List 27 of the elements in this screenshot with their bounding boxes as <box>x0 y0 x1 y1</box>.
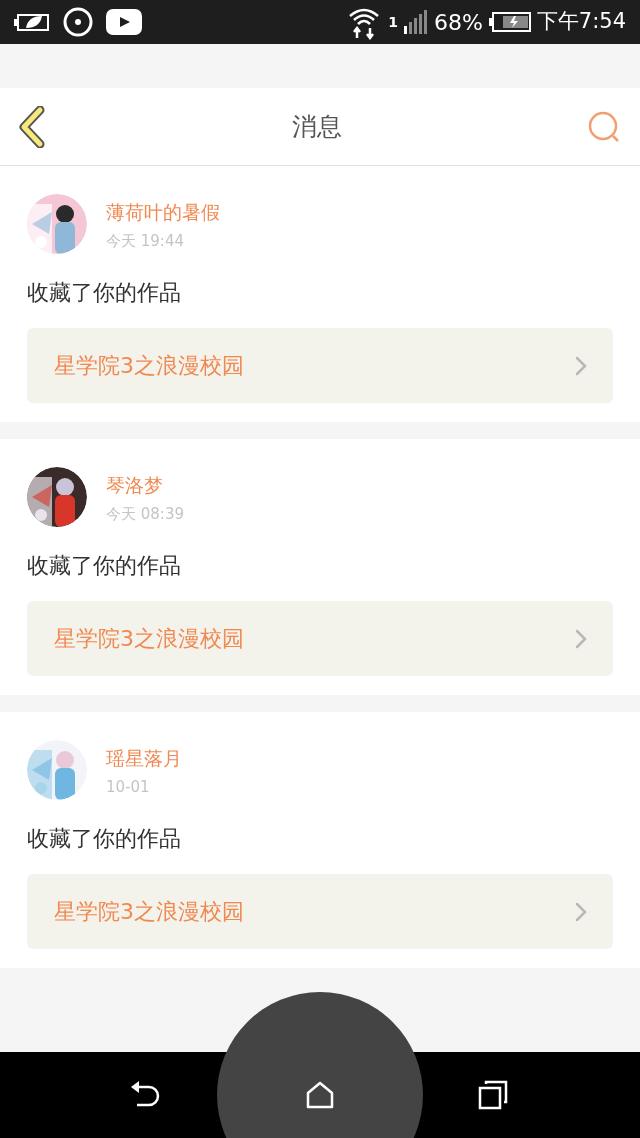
work-link[interactable]: 星学院3之浪漫校园 <box>27 874 613 949</box>
message-time: 今天 08:39 <box>106 505 184 523</box>
battery-percent: 68% <box>433 8 483 37</box>
chevron-right-icon <box>575 628 587 649</box>
user-name[interactable]: 瑶星落月 <box>106 746 182 770</box>
back-icon <box>18 105 46 148</box>
user-name[interactable]: 薄荷叶的暑假 <box>106 200 220 224</box>
recent-apps-icon <box>477 1080 508 1110</box>
clock: 下午7:54 <box>536 8 626 36</box>
message-text: 收藏了你的作品 <box>27 279 182 307</box>
message-time: 今天 19:44 <box>106 232 185 250</box>
battery-charging-icon <box>488 12 531 32</box>
search-icon <box>587 109 621 144</box>
signal-label: 1 <box>388 12 398 32</box>
sync-icon <box>62 6 94 38</box>
message-text: 收藏了你的作品 <box>27 825 182 853</box>
home-icon <box>306 1081 334 1109</box>
page-title: 消息 <box>292 110 342 143</box>
work-link[interactable]: 星学院3之浪漫校园 <box>27 328 613 403</box>
chevron-right-icon <box>575 901 587 922</box>
work-link[interactable]: 星学院3之浪漫校园 <box>27 601 613 676</box>
message-text: 收藏了你的作品 <box>27 552 182 580</box>
user-name[interactable]: 琴洛梦 <box>106 473 184 497</box>
signal-icon <box>403 10 428 34</box>
message-time: 10-01 <box>106 778 151 796</box>
chevron-right-icon <box>575 355 587 376</box>
play-icon <box>106 9 142 35</box>
